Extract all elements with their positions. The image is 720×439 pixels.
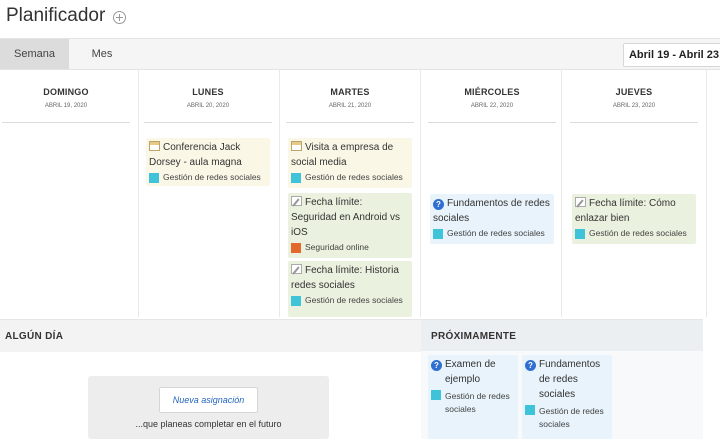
- upcoming-item[interactable]: ? Fundamentos de redes sociales Gestión d…: [522, 355, 612, 439]
- column-divider: [138, 69, 139, 317]
- item-title-text: Fundamentos de redes sociales: [539, 359, 601, 400]
- tab-week[interactable]: Semana: [0, 39, 69, 69]
- column-divider: [420, 69, 421, 317]
- planner-item-quiz[interactable]: ? Fundamentos de redes sociales Gestión d…: [430, 194, 554, 244]
- page-header: Planificador: [6, 2, 127, 30]
- add-circle-icon[interactable]: [113, 11, 127, 24]
- item-title: Fecha límite: Historia redes sociales: [291, 263, 410, 293]
- item-title-text: Conferencia Jack Dorsey - aula magna: [149, 142, 242, 168]
- day-name: MIÉRCOLES: [464, 87, 520, 97]
- day-name: JUEVES: [615, 87, 653, 97]
- day-header-lunes: LUNES ABRIL 20, 2020: [144, 87, 272, 109]
- course-name: Gestión de redes sociales: [445, 391, 510, 414]
- item-title: Conferencia Jack Dorsey - aula magna: [149, 140, 268, 170]
- item-title: Fecha límite: Seguridad en Android vs iO…: [291, 195, 410, 240]
- bottom-panels: ALGÚN DÍA PRÓXIMAMENTE Nueva asignación …: [0, 319, 720, 439]
- day-date: ABRIL 20, 2020: [186, 103, 230, 109]
- item-course: Gestión de redes sociales: [291, 294, 410, 307]
- tab-month[interactable]: Mes: [69, 39, 135, 69]
- day-divider: [570, 122, 698, 123]
- course-color-swatch: [291, 295, 301, 306]
- course-color-swatch: [291, 242, 301, 253]
- column-divider: [561, 69, 562, 317]
- day-name: DOMINGO: [43, 87, 89, 97]
- pencil-icon: [291, 196, 302, 206]
- item-course: Gestión de redes sociales: [433, 227, 552, 240]
- column-divider: [279, 69, 280, 317]
- course-name: Gestión de redes sociales: [589, 228, 687, 238]
- course-color-swatch: [575, 228, 585, 239]
- item-title: ? Fundamentos de redes sociales: [433, 196, 552, 226]
- quiz-icon: ?: [433, 199, 444, 210]
- item-title: Fecha límite: Cómo enlazar bien: [575, 196, 694, 226]
- item-course: Gestión de redes sociales: [575, 227, 694, 240]
- course-color-swatch: [431, 390, 441, 400]
- new-assignment-button[interactable]: Nueva asignación: [159, 387, 258, 413]
- course-color-swatch: [149, 172, 159, 183]
- pencil-icon: [575, 197, 586, 207]
- day-divider: [144, 122, 272, 123]
- upcoming-item[interactable]: ? Examen de ejemplo Gestión de redes soci…: [428, 355, 518, 439]
- item-title: ? Fundamentos de redes sociales: [525, 357, 610, 402]
- course-name: Gestión de redes sociales: [305, 172, 403, 182]
- upcoming-list: ? Examen de ejemplo Gestión de redes soci…: [421, 351, 703, 439]
- item-title-text: Fecha límite: Seguridad en Android vs iO…: [291, 197, 400, 238]
- someday-label: ALGÚN DÍA: [5, 331, 64, 342]
- someday-dropzone: Nueva asignación ...que planeas completa…: [88, 376, 329, 439]
- course-color-swatch: [525, 405, 535, 415]
- quiz-icon: ?: [431, 360, 442, 371]
- course-name: Gestión de redes sociales: [539, 406, 604, 429]
- view-toolbar: Semana Mes Abril 19 - Abril 23: [0, 38, 720, 70]
- someday-hint: ...que planeas completar en el futuro: [135, 419, 282, 429]
- item-title-text: Fecha límite: Cómo enlazar bien: [575, 198, 676, 224]
- day-divider: [2, 122, 130, 123]
- upcoming-section-header: PRÓXIMAMENTE: [421, 319, 703, 352]
- item-title: Visita a empresa de social media: [291, 140, 410, 170]
- someday-section-header: ALGÚN DÍA: [0, 319, 421, 352]
- item-title-text: Visita a empresa de social media: [291, 142, 394, 168]
- calendar-icon: [149, 141, 160, 151]
- item-course: Seguridad online: [291, 241, 410, 254]
- day-header-martes: MARTES ABRIL 21, 2020: [286, 87, 414, 109]
- day-header-domingo: DOMINGO ABRIL 19, 2020: [2, 87, 130, 109]
- quiz-icon: ?: [525, 360, 536, 371]
- upcoming-label: PRÓXIMAMENTE: [431, 331, 517, 342]
- day-date: ABRIL 23, 2020: [612, 103, 656, 109]
- planner-item-event[interactable]: Visita a empresa de social media Gestión…: [288, 138, 412, 188]
- day-divider: [428, 122, 556, 123]
- day-date: ABRIL 21, 2020: [328, 103, 372, 109]
- day-date: ABRIL 22, 2020: [470, 103, 514, 109]
- week-grid: DOMINGO ABRIL 19, 2020 LUNES ABRIL 20, 2…: [0, 69, 720, 317]
- day-header-miercoles: MIÉRCOLES ABRIL 22, 2020: [428, 87, 556, 109]
- course-name: Gestión de redes sociales: [447, 228, 545, 238]
- day-divider: [286, 122, 414, 123]
- page-title: Planificador: [6, 5, 106, 26]
- item-course: Gestión de redes sociales: [431, 390, 516, 416]
- day-name: LUNES: [192, 87, 224, 97]
- pencil-icon: [291, 264, 302, 274]
- item-title-text: Fecha límite: Historia redes sociales: [291, 265, 399, 291]
- day-date: ABRIL 19, 2020: [44, 103, 88, 109]
- course-color-swatch: [433, 228, 443, 239]
- planner-item-event[interactable]: Conferencia Jack Dorsey - aula magna Ges…: [146, 138, 270, 186]
- date-range-button[interactable]: Abril 19 - Abril 23: [623, 43, 720, 67]
- item-course: Gestión de redes sociales: [525, 405, 610, 431]
- day-name: MARTES: [330, 87, 370, 97]
- course-name: Gestión de redes sociales: [305, 295, 403, 305]
- item-course: Gestión de redes sociales: [291, 171, 410, 184]
- item-title: ? Examen de ejemplo: [431, 357, 516, 387]
- calendar-icon: [291, 141, 302, 151]
- item-title-text: Fundamentos de redes sociales: [433, 198, 550, 224]
- item-title-text: Examen de ejemplo: [445, 359, 496, 385]
- day-header-jueves: JUEVES ABRIL 23, 2020: [570, 87, 698, 109]
- course-name: Gestión de redes sociales: [163, 172, 261, 182]
- planner-item-assignment[interactable]: Fecha límite: Historia redes sociales Ge…: [288, 261, 412, 317]
- course-name: Seguridad online: [305, 242, 369, 252]
- planner-item-assignment[interactable]: Fecha límite: Seguridad en Android vs iO…: [288, 193, 412, 258]
- course-color-swatch: [291, 172, 301, 183]
- planner-item-assignment[interactable]: Fecha límite: Cómo enlazar bien Gestión …: [572, 194, 696, 244]
- column-divider: [706, 69, 707, 317]
- item-course: Gestión de redes sociales: [149, 171, 268, 184]
